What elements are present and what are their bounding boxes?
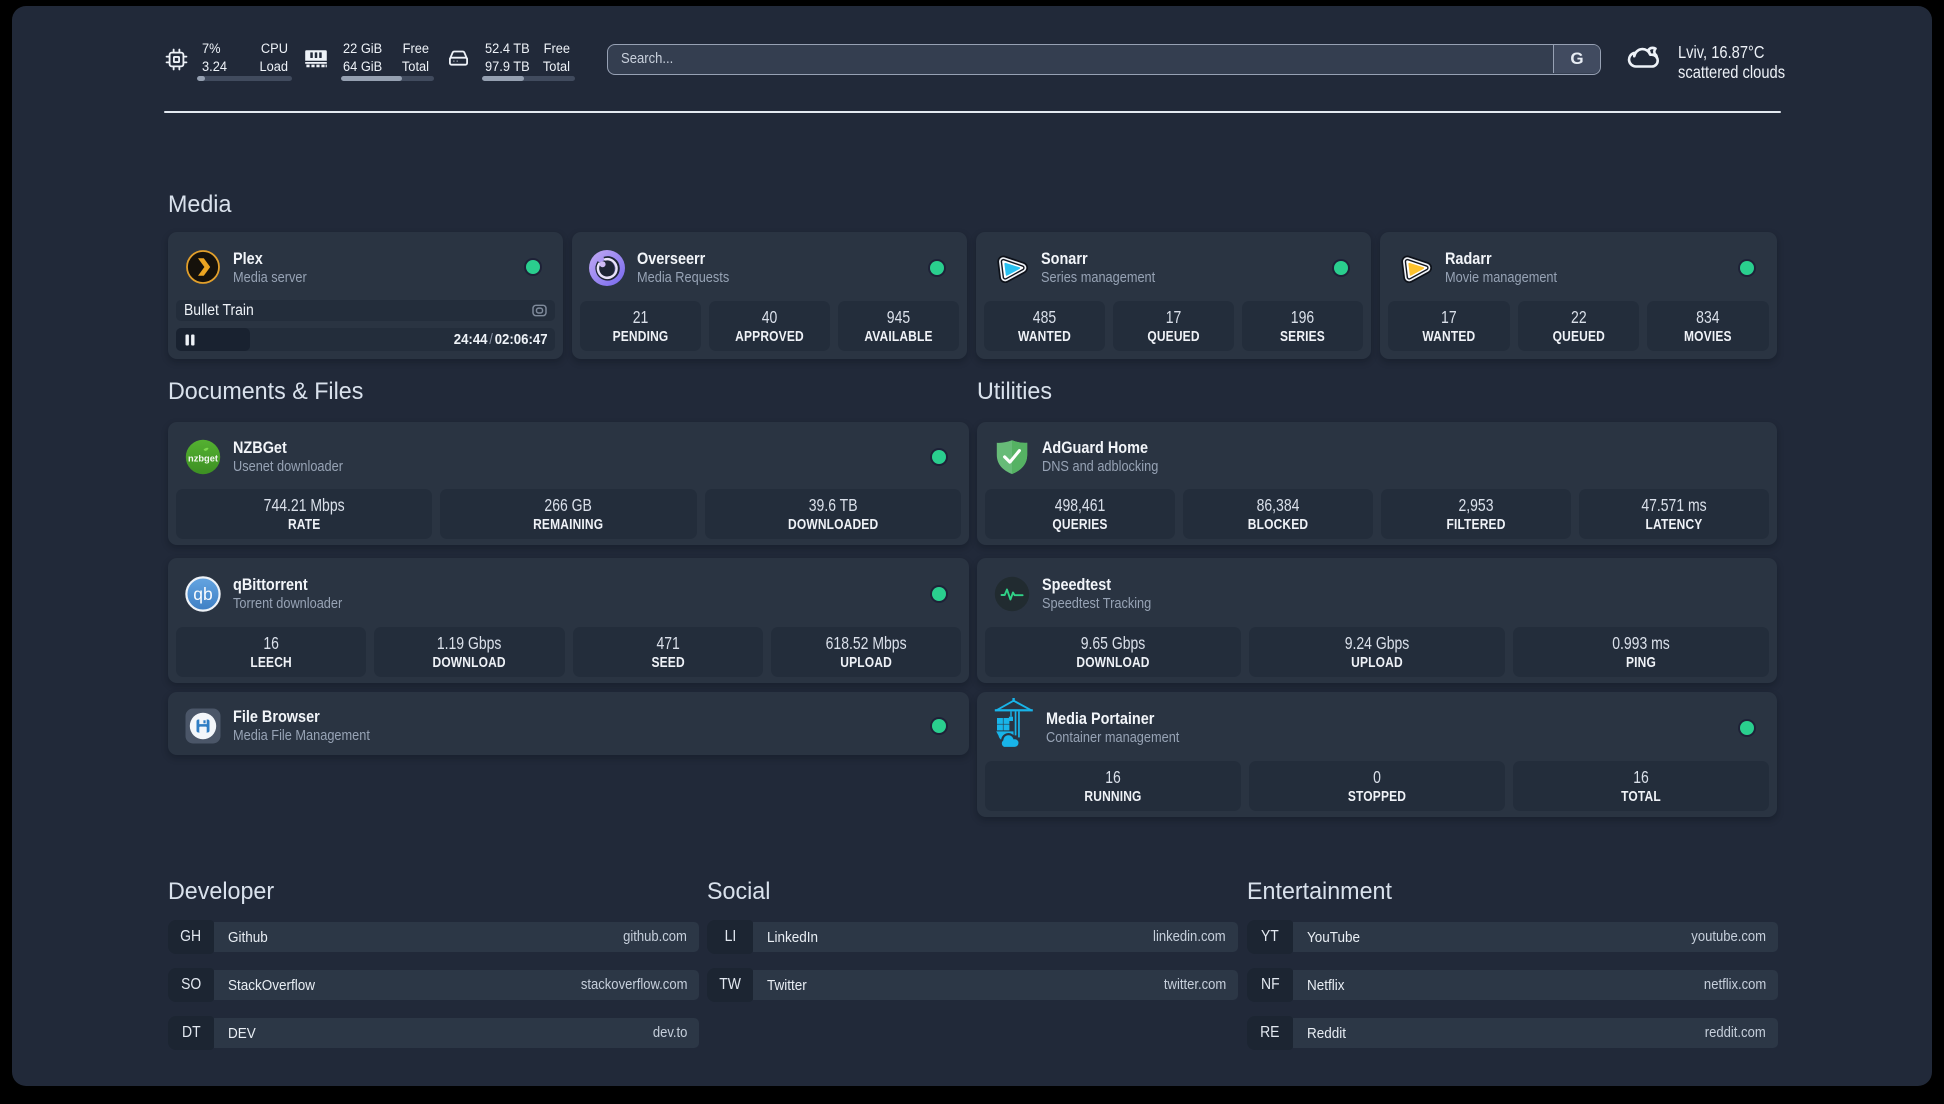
svg-text:nzbget: nzbget xyxy=(188,453,218,463)
svg-text:qb: qb xyxy=(193,584,212,604)
